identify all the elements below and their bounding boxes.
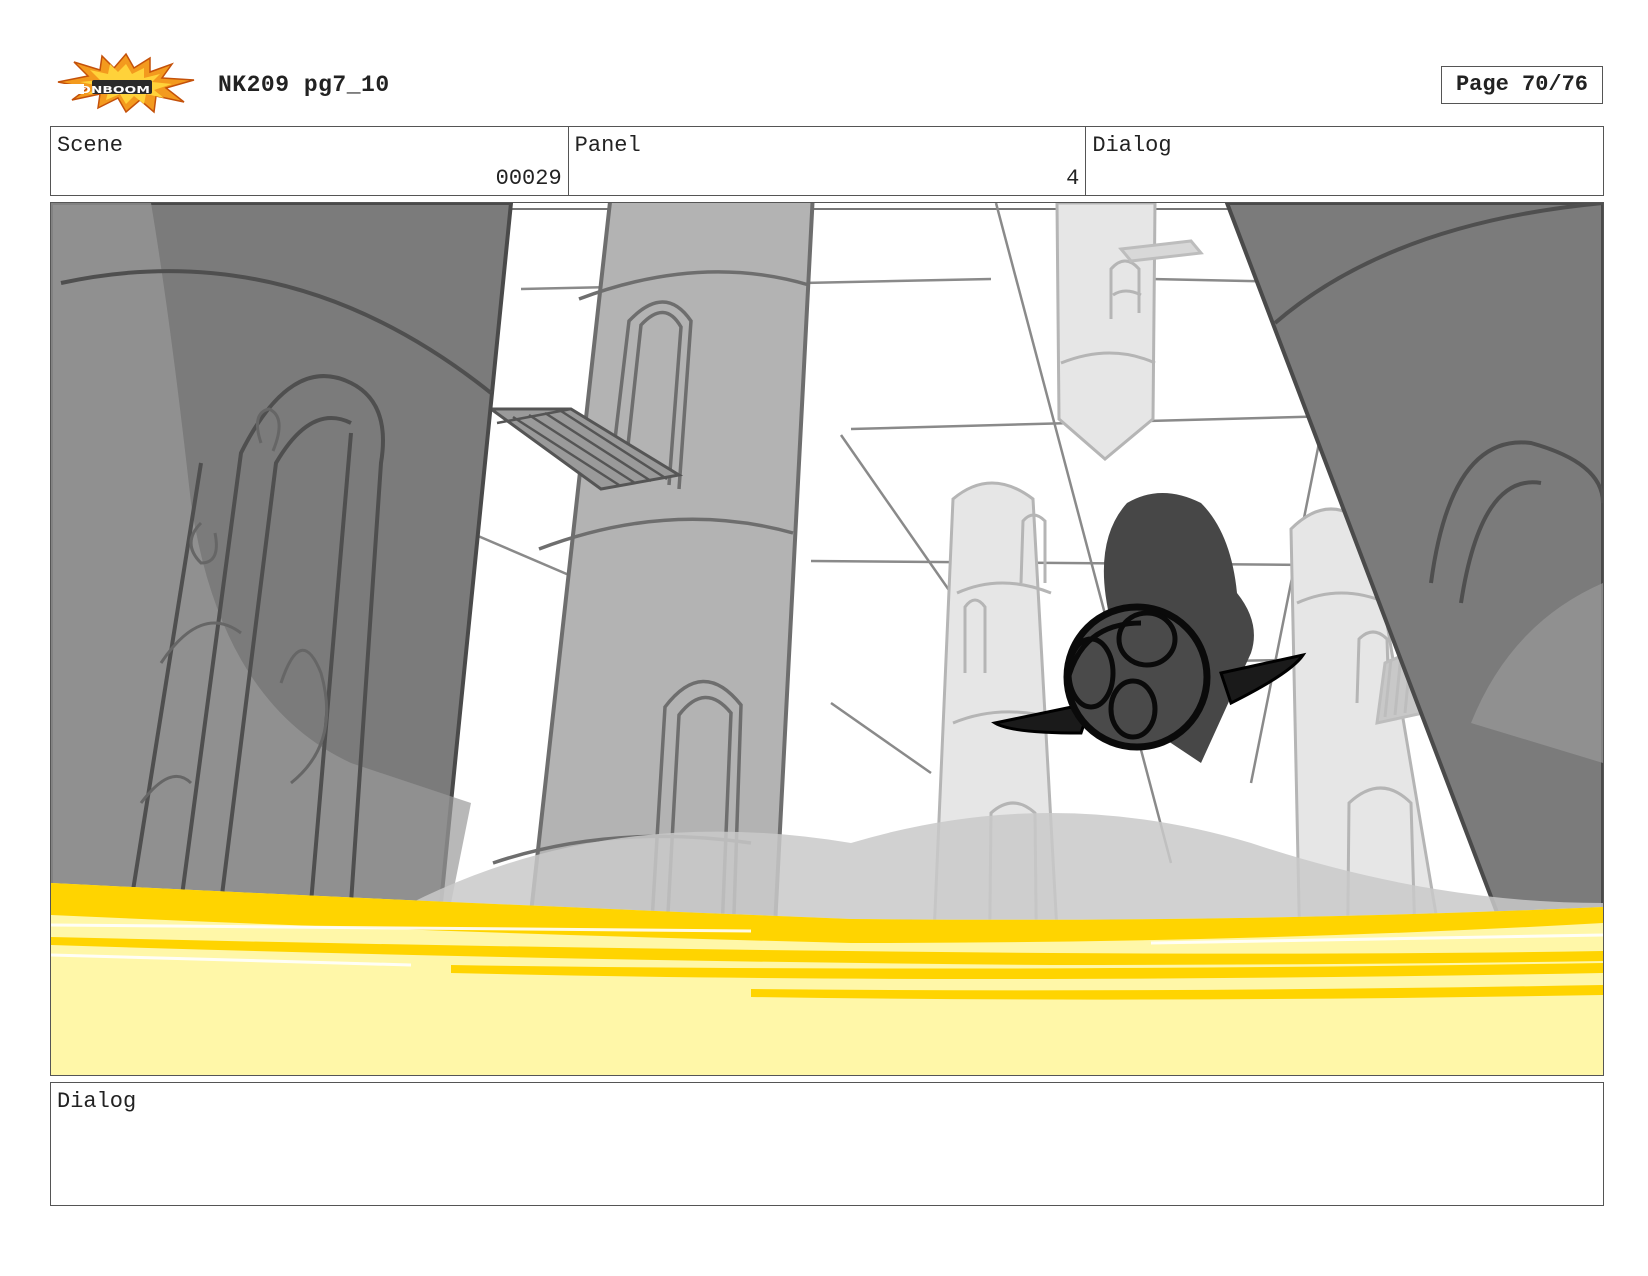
dialog-section: Dialog	[50, 1082, 1604, 1206]
toonboom-logo: TOONBOOM	[54, 52, 198, 114]
dialog-cell: Dialog	[1086, 127, 1603, 195]
document-title: NK209 pg7_10	[218, 72, 390, 98]
page-indicator: Page 70/76	[1441, 66, 1603, 104]
info-row: Scene 00029 Panel 4 Dialog	[50, 126, 1604, 196]
panel-label: Panel	[574, 133, 641, 158]
panel-cell: Panel 4	[569, 127, 1087, 195]
scene-cell: Scene 00029	[51, 127, 569, 195]
scene-label: Scene	[57, 133, 124, 158]
logo-text: TOONBOOM	[58, 85, 150, 96]
storyboard-panel-image	[50, 202, 1604, 1076]
scene-value: 00029	[495, 166, 562, 191]
panel-value: 4	[1066, 166, 1080, 191]
storyboard-sketch-icon	[51, 203, 1603, 1075]
dialog-header-label: Dialog	[1092, 133, 1172, 158]
dialog-section-label: Dialog	[57, 1089, 137, 1114]
